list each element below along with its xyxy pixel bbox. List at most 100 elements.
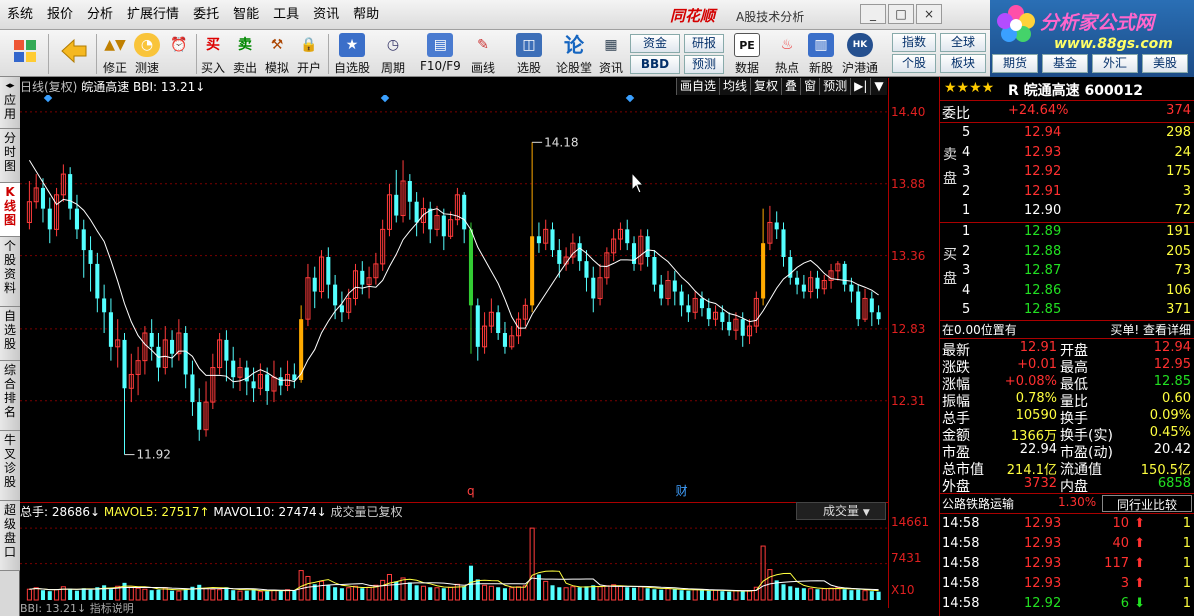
candle-body [849,284,854,292]
chart-tool-adjust[interactable]: 复权 [750,78,782,95]
market-buttons-2: 期货 基金 外汇 美股 [990,50,1194,77]
chart-tool-watch[interactable]: 画自选 [676,78,720,95]
minimize-icon[interactable]: _ [860,4,886,24]
stock-pick-button[interactable]: ◫ 选股 [516,33,542,76]
menu-system[interactable]: 系统 [0,0,40,30]
global-button[interactable]: 全球 [940,33,986,52]
open-account-button[interactable]: 🔒 开户 [296,33,322,76]
bid-row[interactable]: 2 12.88 205 [940,243,1194,262]
sector-button[interactable]: 板块 [940,54,986,73]
maximize-icon[interactable]: □ [888,4,914,24]
funds-button[interactable]: 资金 [630,34,680,53]
toolbar-speed-test[interactable]: ◔ 测速 [134,33,160,76]
sidebar-tab-watchlist[interactable]: 自选股 [0,307,20,361]
hot-button[interactable]: ♨ 热点 [774,33,800,76]
volume-bar [414,585,419,600]
watchlist-button[interactable]: ★ 自选股 [334,33,370,76]
menu-help[interactable]: 帮助 [346,0,386,30]
chart-period[interactable]: 日线(复权) [20,80,77,94]
tick-row[interactable]: 14:58 12.93 40 ⬆ 1 [940,535,1194,554]
volume-bar [659,589,664,600]
volume-bar [128,586,134,601]
us-stock-button[interactable]: 美股 [1142,54,1188,73]
tick-row[interactable]: 14:58 12.92 6 ⬇ 1 [940,595,1194,614]
volume-bar [496,587,501,600]
tick-row[interactable]: 14:58 12.93 117 ⬆ 1 [940,555,1194,574]
bbi-indicator[interactable]: BBI: 13.21↓ [133,80,205,94]
indicator-select[interactable]: 成交量 ▼ [796,502,886,520]
back-button[interactable] [60,36,88,69]
chart-tool-menu[interactable]: ▼ [870,78,887,95]
toolbar-clock[interactable]: ⏰测速 [166,33,192,76]
fund-button[interactable]: 基金 [1042,54,1088,73]
chart-tool-forecast[interactable]: 预测 [819,78,851,95]
big-order-notice[interactable]: 在0.00位置有 买单! 查看详细 [940,320,1194,339]
candle-body [312,277,317,292]
menu-quote[interactable]: 报价 [40,0,80,30]
volume-bar [420,585,426,601]
chart-tool-expand[interactable]: ▶| [850,78,871,95]
quote-row[interactable]: 外盘 3732 内盘 6858 [940,475,1194,495]
toolbar-modify[interactable]: ▲▼ 修正 [102,33,128,76]
tick-row[interactable]: 14:58 12.93 3 ⬆ 1 [940,575,1194,594]
layout-button[interactable] [12,36,38,69]
tick-row[interactable]: 14:58 12.93 10 ⬆ 1 [940,515,1194,534]
single-stock-button[interactable]: 个股 [892,54,936,73]
ask-row[interactable]: 4 12.93 24 [940,144,1194,163]
forum-button[interactable]: 论论股堂 [556,33,592,76]
ask-row[interactable]: 1 12.90 72 [940,202,1194,221]
futures-button[interactable]: 期货 [992,54,1038,73]
sidebar-tab-intraday[interactable]: 分时图 [0,129,20,183]
volume-bar [713,589,719,601]
new-stock-button[interactable]: ▥ 新股 [808,33,834,76]
bid-row[interactable]: 1 12.89 191 [940,223,1194,242]
hk-connect-button[interactable]: HK 沪港通 [842,33,878,76]
forex-button[interactable]: 外汇 [1092,54,1138,73]
forecast-button[interactable]: 预测 [684,55,724,74]
menu-info[interactable]: 资讯 [306,0,346,30]
peer-compare-button[interactable]: 同行业比较 [1102,495,1192,512]
tick-price: 12.93 [1024,516,1062,531]
index-button[interactable]: 指数 [892,33,936,52]
bid-row[interactable]: 5 12.85 371 [940,301,1194,320]
chart-tool-ma[interactable]: 均线 [719,78,751,95]
menu-extended-quote[interactable]: 扩展行情 [120,0,186,30]
candle-body [686,305,691,313]
close-icon[interactable]: × [916,4,942,24]
simulate-button[interactable]: ⚒ 模拟 [264,33,290,76]
volume-chart[interactable] [20,520,888,604]
volume-bar [197,584,202,600]
menu-trade[interactable]: 委托 [186,0,226,30]
volume-bar [149,590,154,600]
menu-tools[interactable]: 工具 [266,0,306,30]
chart-tool-window[interactable]: 窗 [800,78,820,95]
sidebar-tab-level2[interactable]: 超级盘口 [0,501,20,571]
news-button[interactable]: ▦ 资讯 [598,33,624,76]
ask-row[interactable]: 3 12.92 175 [940,163,1194,182]
bbd-button[interactable]: BBD [630,55,680,74]
flower-icon [997,5,1035,42]
commission-ratio-row: 委比 +24.64% 374 [942,103,1191,122]
period-button[interactable]: ◷ 周期 [380,33,406,76]
buy-button[interactable]: 买买入 [200,33,226,76]
ask-row[interactable]: 2 12.91 3 [940,183,1194,202]
kline-chart[interactable]: 14.18 11.92 q 财 [20,95,888,499]
sidebar-tab-diagnosis[interactable]: 牛叉诊股 [0,431,20,501]
data-button[interactable]: PE 数据 [734,33,760,76]
bid-level: 3 [962,263,971,278]
sidebar-tab-kline[interactable]: K线图 [0,183,20,237]
research-button[interactable]: 研报 [684,34,724,53]
sidebar-tab-apps[interactable]: ◂▸ 应用 [0,77,20,129]
chart-tool-overlay[interactable]: 叠 [781,78,801,95]
sidebar-tab-profile[interactable]: 个股资料 [0,237,20,307]
bid-row[interactable]: 3 12.87 73 [940,262,1194,281]
f10-button[interactable]: ▤ F10/F9 [420,33,461,73]
industry-name[interactable]: 公路铁路运输 [942,495,1014,512]
bid-row[interactable]: 4 12.86 106 [940,282,1194,301]
menu-smart[interactable]: 智能 [226,0,266,30]
ask-row[interactable]: 5 12.94 298 [940,124,1194,143]
menu-analysis[interactable]: 分析 [80,0,120,30]
draw-line-button[interactable]: ✎ 画线 [470,33,496,76]
sell-button[interactable]: 卖卖出 [232,33,258,76]
sidebar-tab-ranking[interactable]: 综合排名 [0,361,20,431]
